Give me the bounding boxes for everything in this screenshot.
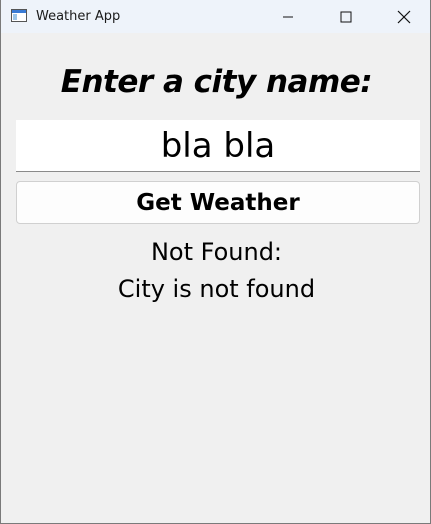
result-status: Not Found:: [150, 238, 283, 266]
city-input[interactable]: [16, 120, 420, 172]
window-title: Weather App: [36, 9, 121, 24]
minimize-button[interactable]: [259, 0, 317, 33]
result-message: Not Found: City is not found: [1, 234, 431, 308]
title-bar[interactable]: Weather App: [1, 0, 430, 33]
maximize-icon: [340, 11, 352, 22]
maximize-button[interactable]: [317, 0, 375, 33]
close-button[interactable]: [375, 0, 431, 33]
app-window: Weather App Enter a city name: Get Weath…: [0, 0, 431, 524]
result-detail: City is not found: [117, 275, 316, 303]
close-icon: [397, 10, 411, 23]
get-weather-button[interactable]: Get Weather: [16, 181, 420, 224]
minimize-icon: [283, 16, 293, 17]
app-window-icon: [11, 9, 27, 22]
city-prompt-heading: Enter a city name:: [60, 64, 373, 100]
